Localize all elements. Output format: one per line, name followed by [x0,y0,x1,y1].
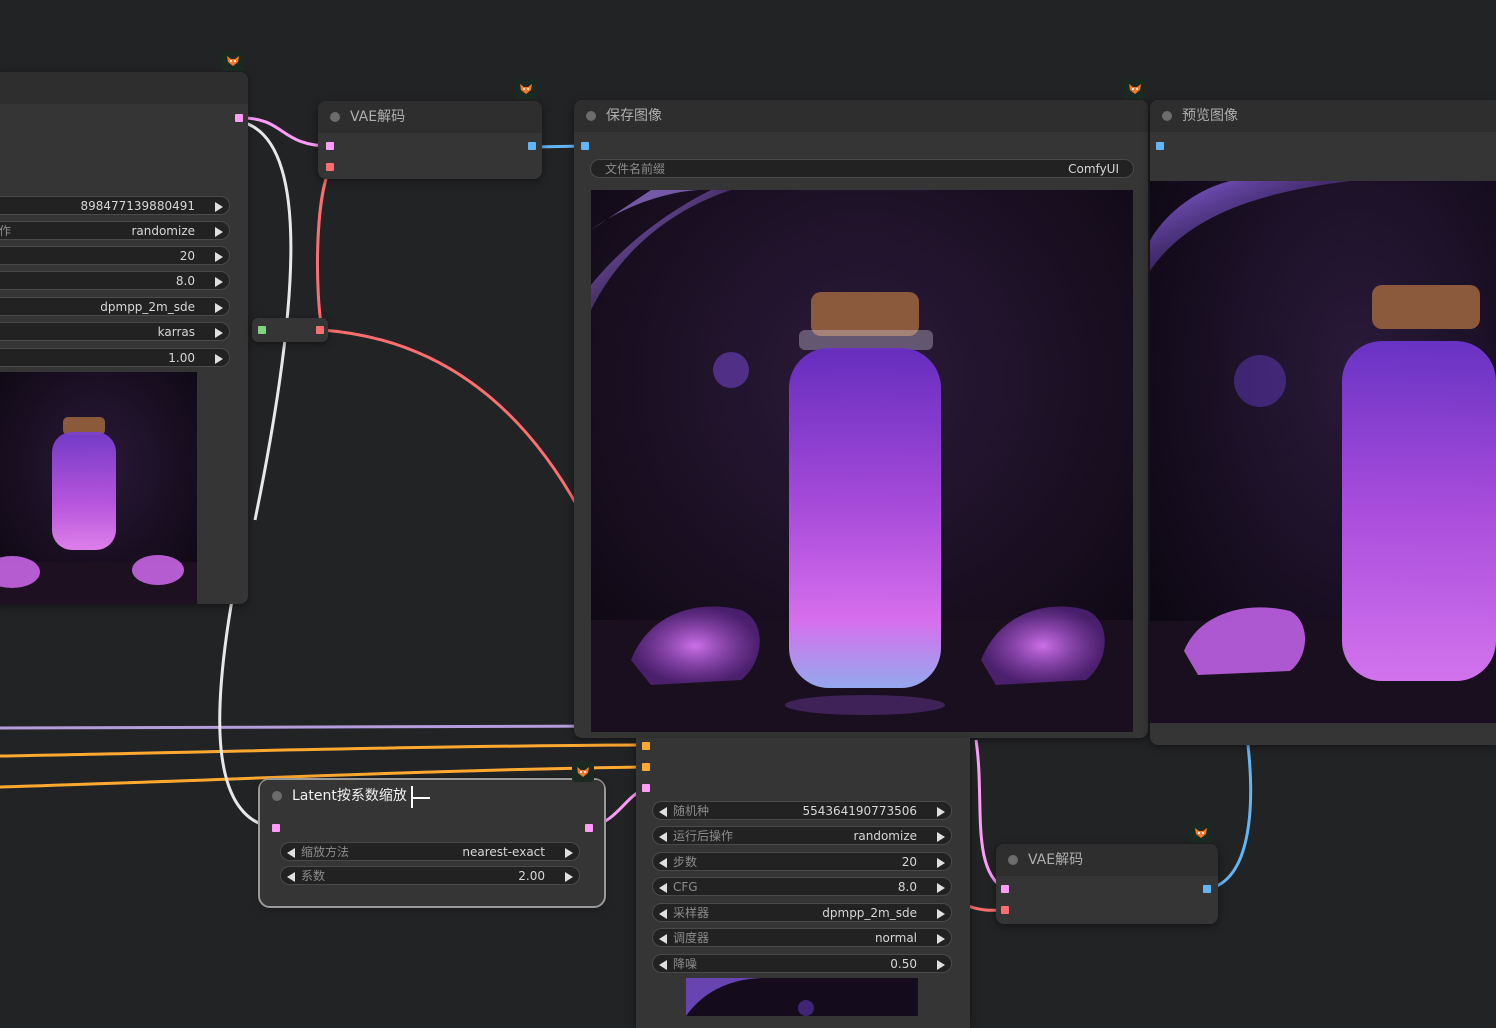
input-port-images[interactable] [1156,142,1164,150]
node-title-input[interactable]: Latent按系数缩放 [292,788,407,804]
input-port-samples[interactable] [1001,885,1009,893]
triangle-right-icon[interactable] [215,328,223,338]
widget-scheduler[interactable]: karras [0,322,230,341]
triangle-left-icon[interactable] [659,832,667,842]
widget-scale-by[interactable]: 系数 2.00 [280,866,580,885]
input-port-positive[interactable] [642,742,650,750]
node-title: 保存图像 [606,108,662,124]
widget-denoise[interactable]: 1.00 [0,348,230,367]
fox-icon [515,79,537,99]
triangle-right-icon[interactable] [215,303,223,313]
fox-icon [222,51,244,71]
output-port-reroute[interactable] [316,326,324,334]
triangle-right-icon[interactable] [565,848,573,858]
triangle-right-icon[interactable] [937,807,945,817]
output-port-image[interactable] [1203,885,1211,893]
fox-icon [1124,79,1146,99]
triangle-right-icon[interactable] [215,202,223,212]
node-title: VAE解码 [1028,852,1084,868]
node-vae-decode-bottom[interactable]: VAE解码 [996,844,1218,924]
widget-control-after-generate[interactable]: 运行后操作 randomize [652,826,952,845]
widget-seed[interactable]: 898477139880491 [0,196,230,215]
node-title: 预览图像 [1182,108,1238,124]
triangle-left-icon[interactable] [287,848,295,858]
fox-icon [1190,823,1212,843]
triangle-left-icon[interactable] [659,858,667,868]
collapse-dot[interactable] [1008,855,1018,865]
triangle-left-icon[interactable] [659,883,667,893]
graph-canvas[interactable]: 898477139880491 作 randomize 20 8.0 dpmpp… [0,0,1496,1028]
fox-icon [572,762,594,782]
input-port-vae[interactable] [1001,906,1009,914]
triangle-right-icon[interactable] [937,934,945,944]
node-ksampler-bottom[interactable]: 随机种 554364190773506 运行后操作 randomize 步数 2… [636,738,970,1028]
collapse-dot[interactable] [1162,111,1172,121]
triangle-right-icon[interactable] [215,227,223,237]
node-save-image[interactable]: 保存图像 文件名前缀 ComfyUI [574,100,1148,749]
node-title-bar[interactable] [0,72,248,104]
node-title-bar[interactable]: Latent按系数缩放 [260,780,604,812]
widget-upscale-method[interactable]: 缩放方法 nearest-exact [280,842,580,861]
node-ksampler-left[interactable]: 898477139880491 作 randomize 20 8.0 dpmpp… [0,72,248,604]
widget-sampler[interactable]: 采样器 dpmpp_2m_sde [652,903,952,922]
collapse-dot[interactable] [586,111,596,121]
text-cursor-bar [412,797,430,799]
node-title-bar[interactable]: 保存图像 [574,100,1148,132]
triangle-right-icon[interactable] [215,252,223,262]
triangle-left-icon[interactable] [287,872,295,882]
triangle-right-icon[interactable] [215,354,223,364]
widget-denoise[interactable]: 降噪 0.50 [652,954,952,973]
input-port-samples[interactable] [326,142,334,150]
widget-sampler[interactable]: dpmpp_2m_sde [0,297,230,316]
triangle-left-icon[interactable] [659,909,667,919]
triangle-right-icon[interactable] [937,960,945,970]
node-title-bar[interactable]: VAE解码 [996,844,1218,876]
triangle-right-icon[interactable] [215,277,223,287]
input-port-images[interactable] [581,142,589,150]
collapse-dot[interactable] [272,791,282,801]
widget-scheduler[interactable]: 调度器 normal [652,928,952,947]
triangle-right-icon[interactable] [937,832,945,842]
node-vae-decode-top[interactable]: VAE解码 [318,101,542,179]
triangle-right-icon[interactable] [565,872,573,882]
node-title: VAE解码 [350,109,406,125]
triangle-left-icon[interactable] [659,807,667,817]
node-preview-image[interactable]: 预览图像 [1150,100,1496,745]
triangle-right-icon[interactable] [937,909,945,919]
preview-image [1150,181,1496,723]
node-title-bar[interactable]: VAE解码 [318,101,542,133]
output-port-latent[interactable] [235,114,243,122]
preview-thumbnail [686,978,918,1016]
link-model [0,724,641,730]
link-vae-long [321,328,592,531]
node-latent-upscale[interactable]: Latent按系数缩放 缩放方法 nearest-exact 系数 2.00 [258,778,606,908]
preview-thumbnail [0,372,197,604]
widget-steps[interactable]: 20 [0,246,230,265]
output-port-image[interactable] [528,142,536,150]
link-vae-top [315,167,332,331]
input-port-latent[interactable] [642,784,650,792]
widget-control-after[interactable]: 作 randomize [0,221,230,240]
link-positive [0,743,643,758]
widget-cfg[interactable]: 8.0 [0,271,230,290]
link-latent-top [241,116,331,148]
triangle-right-icon[interactable] [937,883,945,893]
widget-cfg[interactable]: CFG 8.0 [652,877,952,896]
node-title-bar[interactable]: 预览图像 [1150,100,1496,132]
collapse-dot[interactable] [330,112,340,122]
filename-prefix-field[interactable]: 文件名前缀 ComfyUI [590,159,1134,178]
widget-steps[interactable]: 步数 20 [652,852,952,871]
triangle-left-icon[interactable] [659,934,667,944]
input-port-reroute[interactable] [258,326,266,334]
triangle-right-icon[interactable] [937,858,945,868]
input-port-vae[interactable] [326,163,334,171]
widget-seed[interactable]: 随机种 554364190773506 [652,801,952,820]
output-port-latent[interactable] [585,824,593,832]
triangle-left-icon[interactable] [659,960,667,970]
generated-image [591,190,1133,732]
input-port-negative[interactable] [642,763,650,771]
node-reroute[interactable] [252,318,328,342]
input-port-samples[interactable] [272,824,280,832]
